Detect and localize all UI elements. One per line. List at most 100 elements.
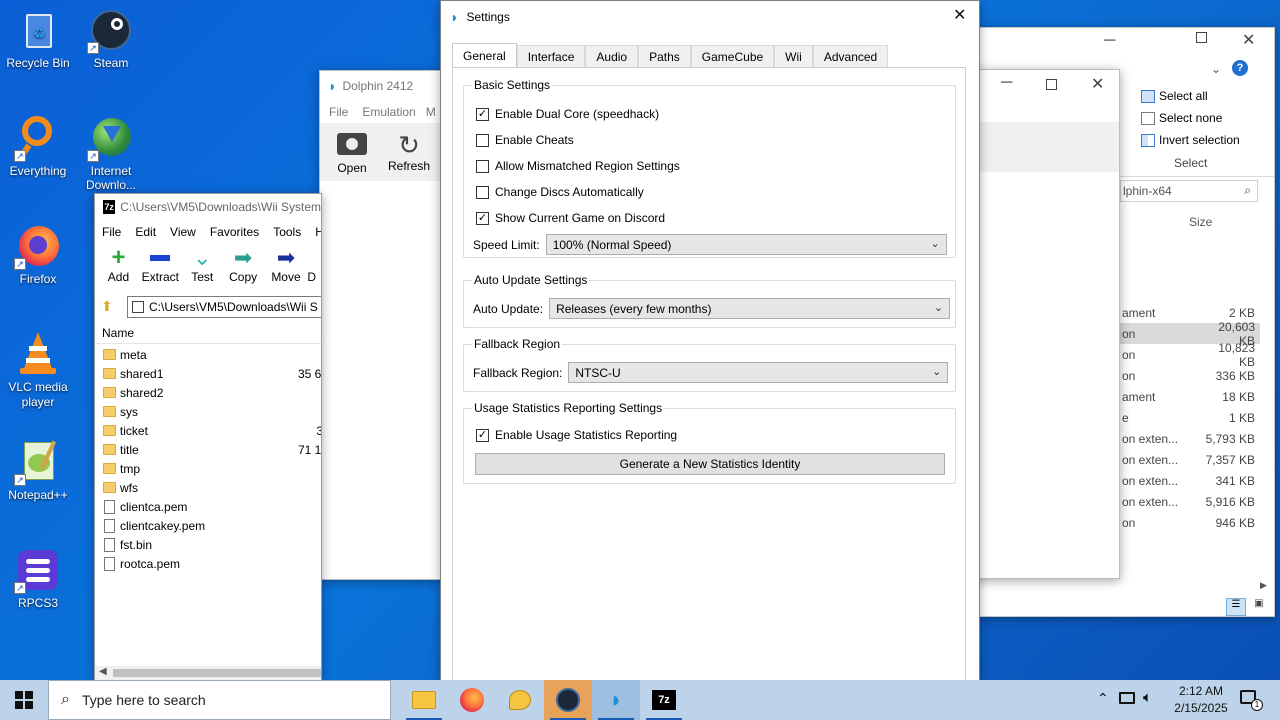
list-item[interactable]: title 71 1 xyxy=(95,440,321,459)
list-item[interactable]: clientca.pem xyxy=(95,497,321,516)
start-button[interactable] xyxy=(0,680,48,720)
open-button[interactable]: Open xyxy=(330,131,374,175)
up-folder-icon[interactable]: ⬆ xyxy=(101,298,113,315)
tab-paths[interactable]: Paths xyxy=(638,45,691,68)
fallback-region-select[interactable]: NTSC-U ⌄ xyxy=(568,362,949,383)
list-item[interactable]: wfs xyxy=(95,478,321,497)
tab-interface[interactable]: Interface xyxy=(516,45,586,68)
menu-tools[interactable]: Tools xyxy=(273,225,301,239)
taskbar-notes[interactable] xyxy=(496,680,544,720)
cheats-checkbox[interactable]: Enable Cheats xyxy=(476,133,574,147)
ribbon-select-all[interactable]: Select all xyxy=(1141,89,1208,103)
usage-statistics-checkbox[interactable]: ✓ Enable Usage Statistics Reporting xyxy=(476,428,677,442)
maximize-button[interactable] xyxy=(1196,32,1207,43)
desktop-icon-vlc[interactable]: VLC media player xyxy=(0,332,76,410)
settings-dialog[interactable]: ◗ Settings ✕ General Interface Audio Pat… xyxy=(440,0,980,682)
close-button[interactable]: ✕ xyxy=(1091,74,1104,94)
close-button[interactable]: ✕ xyxy=(953,5,966,25)
taskbar-firefox[interactable] xyxy=(448,680,496,720)
list-item[interactable]: shared2 xyxy=(95,383,321,402)
taskbar-search-box[interactable]: ⌕ Type here to search xyxy=(48,680,391,720)
list-item[interactable]: on 946 KB xyxy=(1120,512,1260,533)
mismatched-region-checkbox[interactable]: Allow Mismatched Region Settings xyxy=(476,159,680,173)
test-button[interactable]: ⌄ Test xyxy=(183,246,222,292)
titlebar[interactable]: ◗ Settings xyxy=(441,1,979,32)
list-item[interactable]: on exten... 341 KB xyxy=(1120,470,1260,491)
horizontal-scrollbar[interactable]: ◀ xyxy=(95,666,321,680)
scroll-left-arrow[interactable]: ◀ xyxy=(99,666,107,677)
volume-icon[interactable]: 🔈︎ xyxy=(1143,689,1152,706)
list-item[interactable]: rootca.pem xyxy=(95,554,321,573)
tab-audio[interactable]: Audio xyxy=(585,45,639,68)
menu-file[interactable]: File xyxy=(102,225,121,239)
list-item[interactable]: e1 KB xyxy=(1120,407,1260,428)
clock[interactable]: 2:12 AM 2/15/2025 xyxy=(1166,683,1236,717)
taskbar-dolphin[interactable]: ◗ xyxy=(592,680,640,720)
speed-limit-select[interactable]: 100% (Normal Speed) ⌄ xyxy=(545,234,947,255)
menu-help[interactable]: He xyxy=(315,225,321,239)
tab-advanced[interactable]: Advanced xyxy=(812,45,889,68)
desktop-icon-rpcs3[interactable]: ↗ RPCS3 xyxy=(0,548,76,610)
network-icon[interactable] xyxy=(1119,692,1135,704)
desktop-icon-notepadpp[interactable]: ↗ Notepad++ xyxy=(0,440,76,502)
menu-file[interactable]: File xyxy=(329,105,348,119)
size-column-header[interactable]: Size xyxy=(1189,215,1212,229)
scroll-right-arrow[interactable]: ▶ xyxy=(1260,580,1267,591)
list-item[interactable]: sys xyxy=(95,402,321,421)
ribbon-invert-selection[interactable]: Invert selection xyxy=(1141,133,1240,147)
titlebar[interactable]: 7z C:\Users\VM5\Downloads\Wii System xyxy=(95,194,321,220)
list-item[interactable]: on 10,823 KB xyxy=(1120,341,1260,369)
dual-core-checkbox[interactable]: ✓ Enable Dual Core (speedhack) xyxy=(476,107,659,121)
discord-checkbox[interactable]: ✓ Show Current Game on Discord xyxy=(476,211,665,225)
refresh-button[interactable]: ↻ Refresh xyxy=(384,131,434,173)
list-item[interactable]: shared1 35 6 xyxy=(95,364,321,383)
list-item[interactable]: tmp xyxy=(95,459,321,478)
taskbar-7zip[interactable]: 7z xyxy=(640,680,688,720)
dolphin-main-window[interactable]: ◗ Dolphin 2412 File Emulation M Open ↻ R… xyxy=(319,70,449,580)
desktop-icon-firefox[interactable]: ↗ Firefox xyxy=(0,224,76,286)
auto-update-select[interactable]: Releases (every few months) ⌄ xyxy=(549,298,951,319)
list-item[interactable]: on exten... 7,357 KB xyxy=(1120,449,1260,470)
desktop-icon-idm[interactable]: ↗ Internet Downlo... xyxy=(73,116,149,192)
tray-overflow-chevron-icon[interactable]: ⌃ xyxy=(1097,690,1109,707)
change-discs-checkbox[interactable]: Change Discs Automatically xyxy=(476,185,644,199)
menu-more[interactable]: M xyxy=(426,105,436,119)
7zip-window[interactable]: 7z C:\Users\VM5\Downloads\Wii System Fil… xyxy=(94,193,322,681)
desktop-icon-recycle-bin[interactable]: ♻ Recycle Bin xyxy=(0,8,76,70)
move-button[interactable]: ➡ Move xyxy=(265,246,308,292)
taskbar-steam[interactable] xyxy=(544,680,592,720)
details-view-button[interactable]: ☰ xyxy=(1226,598,1246,616)
search-box[interactable]: lphin-x64 ⌕ xyxy=(1120,180,1258,202)
desktop-icon-everything[interactable]: ↗ Everything xyxy=(0,116,76,178)
list-item[interactable]: ticket3 xyxy=(95,421,321,440)
minimize-button[interactable]: ─ xyxy=(1001,74,1012,92)
delete-button[interactable]: D xyxy=(307,246,321,292)
menu-edit[interactable]: Edit xyxy=(135,225,156,239)
ribbon-collapse-icon[interactable]: ⌄ xyxy=(1211,62,1221,76)
maximize-button[interactable] xyxy=(1046,79,1057,90)
tab-general[interactable]: General xyxy=(452,43,517,68)
extract-button[interactable]: Extract xyxy=(138,246,183,292)
list-item[interactable]: on exten... 5,793 KB xyxy=(1120,428,1260,449)
large-icons-view-button[interactable]: ▣ xyxy=(1250,598,1268,616)
add-button[interactable]: + Add xyxy=(99,246,138,292)
name-column-header[interactable]: Name xyxy=(95,322,321,344)
address-bar[interactable]: C:\Users\VM5\Downloads\Wii S xyxy=(127,296,321,318)
scroll-thumb[interactable] xyxy=(113,669,321,677)
list-item[interactable]: ament 18 KB xyxy=(1120,386,1260,407)
help-icon[interactable]: ? xyxy=(1232,60,1248,76)
ribbon-select-none[interactable]: Select none xyxy=(1141,111,1222,125)
close-button[interactable]: ✕ xyxy=(1242,30,1255,50)
dolphin-secondary-window[interactable]: ─ ✕ xyxy=(960,69,1120,579)
minimize-button[interactable]: ─ xyxy=(1104,32,1115,50)
desktop-icon-steam[interactable]: ↗ Steam xyxy=(73,8,149,70)
generate-statistics-identity-button[interactable]: Generate a New Statistics Identity xyxy=(475,453,945,475)
list-item[interactable]: fst.bin xyxy=(95,535,321,554)
titlebar[interactable]: ◗ Dolphin 2412 xyxy=(320,71,448,101)
menu-favorites[interactable]: Favorites xyxy=(210,225,259,239)
taskbar-file-explorer[interactable] xyxy=(400,680,448,720)
list-item[interactable]: clientcakey.pem xyxy=(95,516,321,535)
menu-view[interactable]: View xyxy=(170,225,196,239)
copy-button[interactable]: ➡ Copy xyxy=(222,246,265,292)
list-item[interactable]: meta xyxy=(95,345,321,364)
